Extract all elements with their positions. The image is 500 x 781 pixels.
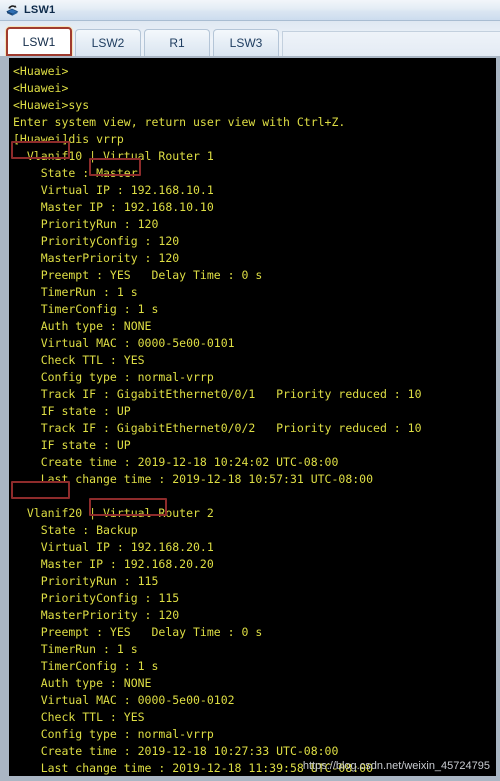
terminal-line: TimerConfig : 1 s bbox=[13, 302, 159, 316]
terminal-line: Config type : normal-vrrp bbox=[13, 370, 214, 384]
terminal-line: PriorityRun : 115 bbox=[13, 574, 159, 588]
window-title: LSW1 bbox=[24, 4, 56, 16]
device-tab-bar: LSW1 LSW2 R1 LSW3 bbox=[0, 21, 500, 56]
terminal-line: Create time : 2019-12-18 10:24:02 UTC-08… bbox=[13, 455, 339, 469]
terminal-line: PriorityConfig : 115 bbox=[13, 591, 180, 605]
terminal-line: Enter system view, return user view with… bbox=[13, 115, 346, 129]
terminal-line: Virtual IP : 192.168.20.1 bbox=[13, 540, 214, 554]
tab-lsw3[interactable]: LSW3 bbox=[213, 29, 279, 56]
terminal-line: Check TTL : YES bbox=[13, 353, 145, 367]
terminal-line: Master IP : 192.168.20.20 bbox=[13, 557, 214, 571]
terminal-line: Auth type : NONE bbox=[13, 676, 152, 690]
tab-bar-filler bbox=[282, 31, 500, 56]
terminal-line: <Huawei> bbox=[13, 64, 69, 78]
terminal-line: Track IF : GigabitEthernet0/0/2 Priority… bbox=[13, 421, 422, 435]
terminal-line: PriorityRun : 120 bbox=[13, 217, 159, 231]
tab-label: LSW2 bbox=[91, 36, 125, 50]
terminal-line: IF state : UP bbox=[13, 404, 131, 418]
terminal-line: Vlanif20 | Virtual Router 2 bbox=[13, 506, 214, 520]
terminal-line: MasterPriority : 120 bbox=[13, 608, 180, 622]
terminal-line: Vlanif10 | Virtual Router 1 bbox=[13, 149, 214, 163]
terminal-line: Virtual MAC : 0000-5e00-0102 bbox=[13, 693, 235, 707]
terminal-line: Auth type : NONE bbox=[13, 319, 152, 333]
terminal-line: Preempt : YES Delay Time : 0 s bbox=[13, 625, 263, 639]
terminal-frame: <Huawei> <Huawei> <Huawei>sys Enter system … bbox=[0, 56, 500, 781]
tab-label: LSW1 bbox=[22, 34, 56, 49]
terminal-line: TimerConfig : 1 s bbox=[13, 659, 159, 673]
terminal-line: Virtual MAC : 0000-5e00-0101 bbox=[13, 336, 235, 350]
terminal-line: [Huawei]dis vrrp bbox=[13, 132, 124, 146]
watermark-text: https://blog.csdn.net/weixin_45724795 bbox=[302, 760, 490, 772]
switch-device-icon bbox=[4, 2, 20, 18]
tab-lsw2[interactable]: LSW2 bbox=[75, 29, 141, 56]
terminal-line: State : Backup bbox=[13, 523, 138, 537]
terminal-line: State : Master bbox=[13, 166, 138, 180]
terminal-line: Track IF : GigabitEthernet0/0/1 Priority… bbox=[13, 387, 422, 401]
terminal-line: Create time : 2019-12-18 10:27:33 UTC-08… bbox=[13, 744, 339, 758]
terminal-line: TimerRun : 1 s bbox=[13, 642, 138, 656]
terminal-line: Config type : normal-vrrp bbox=[13, 727, 214, 741]
terminal-line: PriorityConfig : 120 bbox=[13, 234, 180, 248]
terminal-line: MasterPriority : 120 bbox=[13, 251, 180, 265]
terminal-line: Last change time : 2019-12-18 10:57:31 U… bbox=[13, 472, 374, 486]
terminal-line: Preempt : YES Delay Time : 0 s bbox=[13, 268, 263, 282]
terminal-line: Virtual IP : 192.168.10.1 bbox=[13, 183, 214, 197]
terminal-line: Check TTL : YES bbox=[13, 710, 145, 724]
tab-lsw1[interactable]: LSW1 bbox=[6, 27, 72, 56]
terminal-line: Master IP : 192.168.10.10 bbox=[13, 200, 214, 214]
terminal-line: <Huawei> bbox=[13, 81, 69, 95]
terminal-screen[interactable]: <Huawei> <Huawei> <Huawei>sys Enter system … bbox=[9, 58, 496, 776]
terminal-line: IF state : UP bbox=[13, 438, 131, 452]
tab-label: LSW3 bbox=[229, 36, 263, 50]
window-titlebar: LSW1 bbox=[0, 0, 500, 21]
tab-label: R1 bbox=[169, 36, 185, 50]
device-cli-window: LSW1 LSW1 LSW2 R1 LSW3 <Huawei> <Huawei> <… bbox=[0, 0, 500, 781]
terminal-output: <Huawei> <Huawei> <Huawei>sys Enter system … bbox=[13, 63, 492, 776]
terminal-line: TimerRun : 1 s bbox=[13, 285, 138, 299]
terminal-line: <Huawei>sys bbox=[13, 98, 90, 112]
tab-r1[interactable]: R1 bbox=[144, 29, 210, 56]
